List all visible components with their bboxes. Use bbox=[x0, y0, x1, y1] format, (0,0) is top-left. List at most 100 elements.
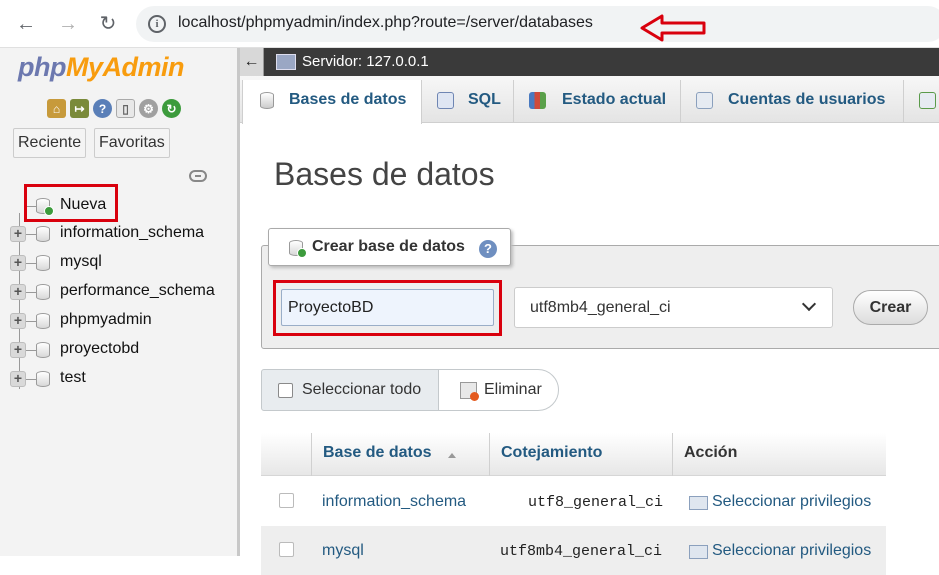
phpmyadmin-logo[interactable]: phpMyAdmin bbox=[18, 52, 184, 83]
server-breadcrumb[interactable]: Servidor: 127.0.0.1 bbox=[302, 53, 429, 70]
logout-icon[interactable]: ↦ bbox=[70, 99, 89, 118]
table-row: mysql utf8mb4_general_ci Seleccionar pri… bbox=[261, 526, 886, 575]
expand-icon[interactable]: + bbox=[10, 284, 26, 300]
tab-user-accounts[interactable]: Cuentas de usuarios bbox=[681, 80, 904, 123]
link-icon[interactable] bbox=[189, 170, 207, 182]
expand-icon[interactable]: + bbox=[10, 313, 26, 329]
sql-icon bbox=[437, 92, 454, 109]
expand-icon[interactable]: + bbox=[10, 371, 26, 387]
export-icon bbox=[919, 92, 936, 109]
status-icon bbox=[529, 92, 546, 109]
tree-connector bbox=[26, 321, 36, 322]
tab-favorites[interactable]: Favoritas bbox=[94, 128, 170, 158]
docs-icon[interactable]: ▯ bbox=[116, 99, 135, 118]
tree-item-proyectobd[interactable]: + proyectobd bbox=[10, 338, 235, 362]
users-icon bbox=[696, 92, 713, 109]
tree-item-mysql[interactable]: + mysql bbox=[10, 251, 235, 275]
tree-item-label[interactable]: performance_schema bbox=[60, 282, 215, 300]
tree-connector bbox=[26, 379, 36, 380]
tree-item-label[interactable]: information_schema bbox=[60, 224, 204, 242]
page-title: Bases de datos bbox=[274, 156, 495, 192]
tab-sql[interactable]: SQL bbox=[422, 80, 514, 123]
tree-item-label[interactable]: mysql bbox=[60, 253, 102, 271]
highlight-box-name-input bbox=[273, 280, 502, 336]
tree-item-information-schema[interactable]: + information_schema bbox=[10, 222, 235, 246]
collapse-arrow-icon[interactable]: ← bbox=[240, 48, 264, 76]
header-label[interactable]: Base de datos bbox=[323, 444, 431, 462]
quick-icons: ⌂ ↦ ? ▯ ⚙ ↻ bbox=[47, 99, 181, 118]
tree-item-performance-schema[interactable]: + performance_schema bbox=[10, 280, 235, 304]
database-icon bbox=[36, 284, 50, 300]
server-icon bbox=[276, 54, 296, 70]
help-icon[interactable]: ? bbox=[93, 99, 112, 118]
tab-label: SQL bbox=[468, 91, 501, 108]
row-checkbox[interactable] bbox=[279, 542, 294, 557]
sort-icon[interactable] bbox=[448, 453, 456, 458]
tree-connector bbox=[26, 234, 36, 235]
logo-php-text: php bbox=[18, 52, 66, 82]
tree-connector bbox=[26, 292, 36, 293]
expand-icon[interactable]: + bbox=[10, 342, 26, 358]
header-action: Acción bbox=[672, 433, 886, 476]
row-checkbox[interactable] bbox=[279, 493, 294, 508]
tab-label: Estado actual bbox=[562, 91, 667, 108]
tab-label: Bases de datos bbox=[289, 91, 407, 108]
database-icon bbox=[36, 226, 50, 242]
tab-export[interactable] bbox=[904, 80, 939, 123]
settings-icon[interactable]: ⚙ bbox=[139, 99, 158, 118]
delete-label: Eliminar bbox=[484, 381, 542, 398]
header-database[interactable]: Base de datos bbox=[311, 433, 489, 476]
url-text[interactable]: localhost/phpmyadmin/index.php?route=/se… bbox=[178, 14, 593, 32]
create-database-legend: Crear base de datos ? bbox=[268, 228, 511, 266]
back-arrow-icon[interactable]: ← bbox=[14, 12, 38, 36]
tree-item-label[interactable]: phpmyadmin bbox=[60, 311, 152, 329]
expand-icon[interactable]: + bbox=[10, 255, 26, 271]
tree-connector bbox=[26, 350, 36, 351]
select-all-label[interactable]: Seleccionar todo bbox=[302, 381, 421, 399]
collation-value: utf8_general_ci bbox=[528, 494, 664, 511]
tab-databases[interactable]: Bases de datos bbox=[242, 80, 422, 124]
table-header: Base de datos Cotejamiento Acción bbox=[261, 433, 886, 476]
collation-selected-value: utf8mb4_general_ci bbox=[530, 299, 671, 316]
create-button[interactable]: Crear bbox=[853, 290, 928, 325]
tree-connector bbox=[26, 263, 36, 264]
collation-select[interactable]: utf8mb4_general_ci bbox=[514, 287, 833, 328]
delete-button[interactable]: Eliminar bbox=[438, 369, 559, 411]
info-icon[interactable]: i bbox=[148, 15, 166, 33]
new-database-icon bbox=[289, 240, 307, 258]
privileges-link[interactable]: Seleccionar privilegios bbox=[712, 493, 871, 511]
collation-value: utf8mb4_general_ci bbox=[500, 543, 663, 560]
select-all-checkbox[interactable] bbox=[278, 383, 293, 398]
header-label[interactable]: Cotejamiento bbox=[501, 444, 602, 462]
tab-status[interactable]: Estado actual bbox=[514, 80, 681, 123]
reload-icon[interactable]: ↻ bbox=[96, 12, 120, 36]
database-link[interactable]: information_schema bbox=[322, 493, 466, 511]
database-icon bbox=[36, 371, 50, 387]
expand-icon[interactable]: + bbox=[10, 226, 26, 242]
database-icon bbox=[36, 342, 50, 358]
table-row: information_schema utf8_general_ci Selec… bbox=[261, 477, 886, 526]
home-icon[interactable]: ⌂ bbox=[47, 99, 66, 118]
delete-icon bbox=[460, 382, 479, 401]
tree-item-label[interactable]: test bbox=[60, 369, 86, 387]
tab-recent[interactable]: Reciente bbox=[13, 128, 87, 158]
database-icon bbox=[260, 92, 274, 109]
tree-item-label[interactable]: proyectobd bbox=[60, 340, 139, 358]
address-bar[interactable]: i localhost/phpmyadmin/index.php?route=/… bbox=[136, 6, 939, 42]
database-icon bbox=[36, 255, 50, 271]
top-menu: Bases de datos SQL Estado actual Cuentas… bbox=[240, 76, 939, 124]
reload-icon[interactable]: ↻ bbox=[162, 99, 181, 118]
help-icon[interactable]: ? bbox=[479, 240, 497, 258]
tree-item-phpmyadmin[interactable]: + phpmyadmin bbox=[10, 309, 235, 333]
header-collation[interactable]: Cotejamiento bbox=[489, 433, 672, 476]
panel-resize-handle[interactable] bbox=[237, 48, 240, 556]
logo-myadmin-text: MyAdmin bbox=[65, 52, 185, 82]
privileges-icon[interactable] bbox=[689, 545, 708, 559]
tree-item-test[interactable]: + test bbox=[10, 367, 235, 391]
privileges-icon[interactable] bbox=[689, 496, 708, 510]
database-link[interactable]: mysql bbox=[322, 542, 364, 560]
header-label: Acción bbox=[684, 444, 738, 461]
forward-arrow-icon[interactable]: → bbox=[56, 12, 80, 36]
privileges-link[interactable]: Seleccionar privilegios bbox=[712, 542, 871, 560]
select-all-control[interactable]: Seleccionar todo bbox=[261, 369, 439, 411]
